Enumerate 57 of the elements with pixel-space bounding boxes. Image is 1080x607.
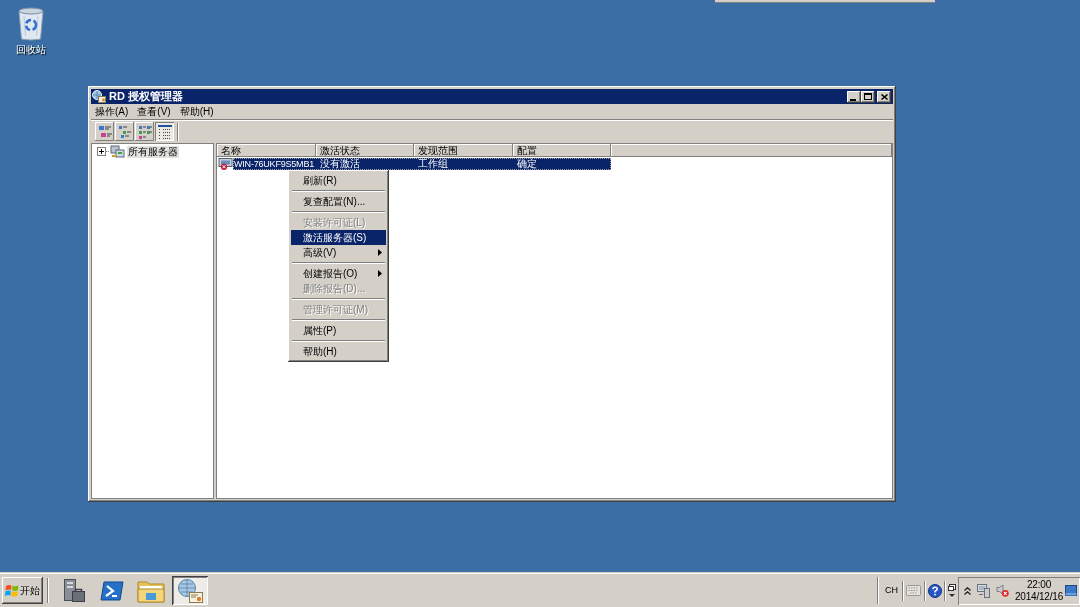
expand-icon[interactable]	[97, 147, 110, 156]
menu-item[interactable]: 属性(P)	[291, 323, 386, 338]
clock-time[interactable]: 22:00	[1027, 578, 1051, 591]
taskbar-button[interactable]	[172, 576, 208, 605]
toolbar-button[interactable]	[155, 122, 174, 141]
menu-item[interactable]: 帮助(H)	[179, 106, 214, 117]
submenu-arrow-icon	[378, 249, 382, 256]
close-icon	[880, 93, 888, 100]
globe-certificate-icon	[177, 577, 203, 604]
menu-item[interactable]: 高级(V)	[291, 245, 386, 260]
table-cell-text: 没有激活	[319, 158, 361, 170]
minimize-button[interactable]	[847, 90, 861, 103]
terminal-icon	[100, 580, 124, 601]
close-button[interactable]	[877, 90, 891, 103]
menu-item[interactable]: 激活服务器(S)	[291, 230, 386, 245]
start-button[interactable]: 开始	[2, 577, 43, 604]
table-row[interactable]: WIN-76UKF9S5MB1 没有激活 工作组 确定	[233, 158, 611, 170]
large-icons-view-icon	[97, 124, 112, 139]
maximize-icon	[864, 93, 872, 100]
submenu-arrow-icon	[378, 270, 382, 277]
toolbar-button[interactable]	[95, 122, 114, 141]
desktop-icon[interactable]	[1065, 585, 1077, 596]
server-group-icon	[110, 145, 125, 158]
recycle-bin-icon[interactable]	[16, 4, 46, 41]
network-icon[interactable]	[977, 583, 990, 598]
menu-item[interactable]: 操作(A)	[95, 106, 129, 117]
language-indicator[interactable]: CH	[885, 586, 898, 595]
column-header[interactable]: 激活状态	[316, 144, 414, 157]
maximize-button[interactable]	[861, 90, 875, 103]
tree-item[interactable]: 所有服务器	[127, 145, 179, 158]
window-title: RD 授权管理器	[109, 91, 183, 102]
help-icon[interactable]	[928, 583, 942, 598]
column-header[interactable]: 名称	[217, 144, 316, 157]
table-cell: WIN-76UKF9S5MB1	[233, 158, 316, 170]
toolbar-button[interactable]	[115, 122, 134, 141]
list-view-icon	[137, 124, 152, 139]
clock-date[interactable]: 2014/12/16	[1014, 590, 1064, 603]
toolbar-button[interactable]	[135, 122, 154, 141]
folder-icon	[137, 578, 165, 603]
menu-item[interactable]: 查看(V)	[137, 106, 171, 117]
chevron-up-icon[interactable]	[964, 586, 971, 595]
globe-certificate-icon	[92, 90, 106, 103]
menu-item[interactable]: 帮助(H)	[291, 344, 386, 359]
table-cell-text: 工作组	[417, 158, 449, 170]
window-arrow-icon[interactable]	[948, 583, 956, 598]
menu-item[interactable]: 创建报告(O)	[291, 266, 386, 281]
icon-label[interactable]: 回收站	[16, 44, 46, 56]
menu-item[interactable]: 刷新(R)	[291, 173, 386, 188]
small-icons-view-icon	[117, 124, 132, 139]
flag-icon	[5, 584, 19, 597]
menu-item[interactable]: 复查配置(N)...	[291, 194, 386, 209]
minimize-icon	[850, 98, 856, 101]
muted-speaker-icon[interactable]	[996, 584, 1009, 597]
column-header[interactable]: 配置	[513, 144, 611, 157]
details-view-icon	[157, 124, 172, 139]
table-cell-text: 确定	[516, 158, 538, 170]
column-header[interactable]: 发现范围	[414, 144, 513, 157]
